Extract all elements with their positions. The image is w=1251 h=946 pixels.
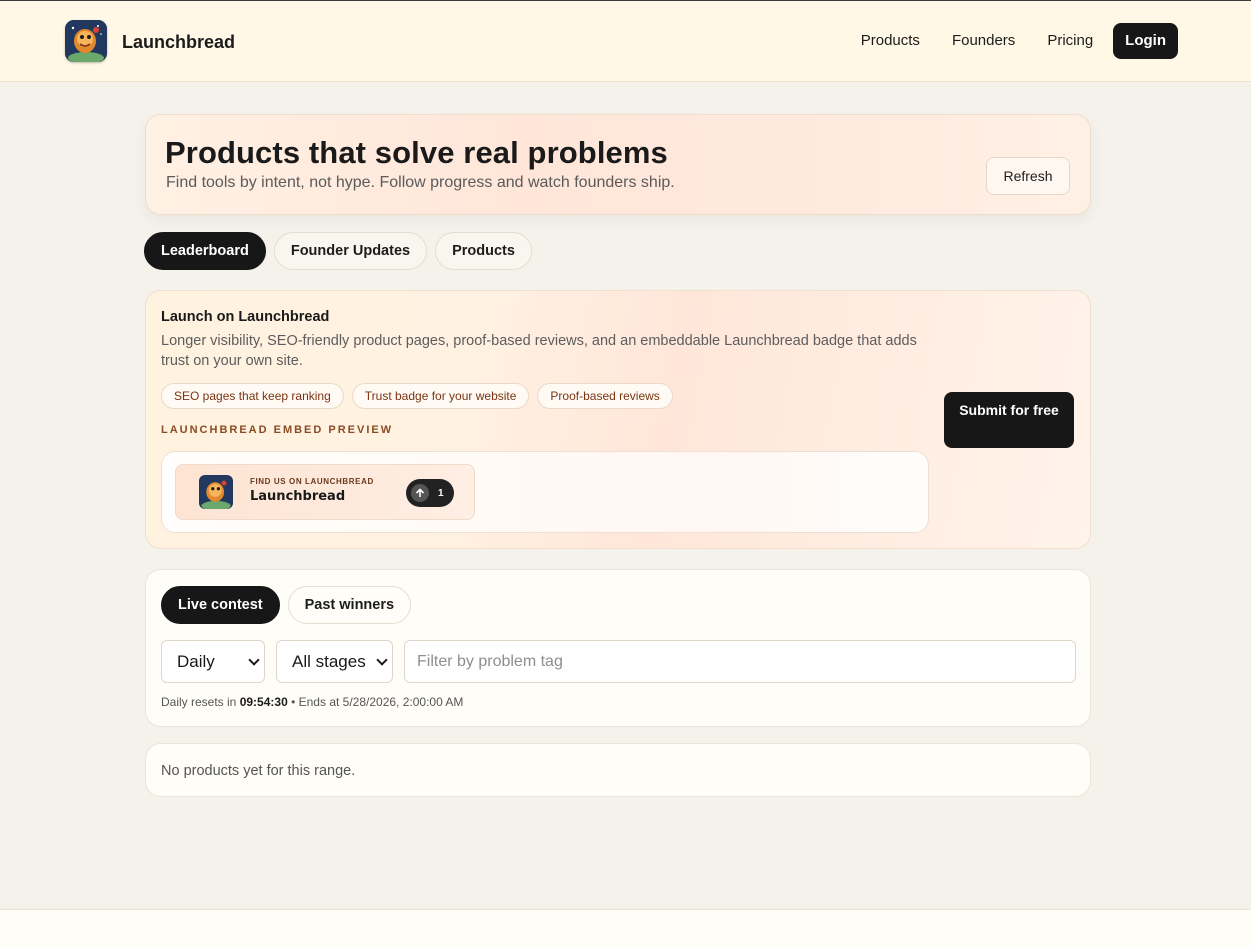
contest-tabs: Live contest Past winners (161, 586, 419, 624)
launchbread-badge[interactable]: FIND US ON LAUNCHBREAD Launchbread 1 (175, 464, 475, 520)
nav-products[interactable]: Products (861, 23, 920, 59)
upvote-count: 1 (438, 487, 444, 499)
launch-card: Launch on Launchbread Longer visibility,… (145, 290, 1091, 549)
page-subtitle: Find tools by intent, not hype. Follow p… (166, 174, 675, 191)
page-title: Products that solve real problems (165, 135, 668, 170)
timer-prefix: Daily resets in (161, 695, 237, 709)
site-footer (0, 909, 1251, 946)
launch-title: Launch on Launchbread (161, 309, 330, 325)
stage-select[interactable]: All stages (276, 640, 393, 683)
tab-founder-updates[interactable]: Founder Updates (273, 232, 428, 270)
embed-preview-box: FIND US ON LAUNCHBREAD Launchbread 1 (161, 451, 929, 533)
feature-pills: SEO pages that keep ranking Trust badge … (161, 383, 681, 409)
hero-card: Products that solve real problems Find t… (145, 114, 1091, 215)
chevron-down-icon (248, 654, 260, 666)
pill-trust-badge: Trust badge for your website (351, 383, 530, 409)
chevron-down-icon (376, 654, 388, 666)
pill-reviews: Proof-based reviews (537, 383, 673, 409)
timer-end: • Ends at 5/28/2026, 2:00:00 AM (291, 695, 464, 709)
tab-live-contest[interactable]: Live contest (161, 586, 280, 624)
badge-name: Launchbread (250, 489, 346, 504)
tab-past-winners[interactable]: Past winners (287, 586, 412, 624)
login-button[interactable]: Login (1113, 23, 1178, 59)
range-select-value: Daily (177, 652, 215, 671)
logo-icon[interactable] (65, 20, 107, 62)
products-list: No products yet for this range. (145, 743, 1091, 797)
contest-card: Live contest Past winners Daily All stag… (145, 569, 1091, 727)
site-header: Launchbread Products Founders Pricing Lo… (0, 1, 1251, 82)
launch-description: Longer visibility, SEO-friendly product … (161, 333, 917, 369)
submit-for-free-button[interactable]: Submit for free (944, 392, 1074, 448)
main-nav: Products Founders Pricing Login (861, 23, 1178, 59)
tab-leaderboard[interactable]: Leaderboard (144, 232, 266, 270)
badge-tagline: FIND US ON LAUNCHBREAD (250, 477, 374, 486)
range-select[interactable]: Daily (161, 640, 265, 683)
upvote-button[interactable]: 1 (406, 479, 454, 507)
refresh-button[interactable]: Refresh (986, 157, 1070, 195)
problem-tag-filter-input[interactable] (404, 640, 1076, 683)
embed-preview-label: LAUNCHBREAD EMBED PREVIEW (161, 424, 394, 436)
empty-state-message: No products yet for this range. (161, 763, 356, 779)
tab-products[interactable]: Products (435, 232, 532, 270)
pill-seo: SEO pages that keep ranking (161, 383, 344, 409)
nav-pricing[interactable]: Pricing (1047, 23, 1093, 59)
brand-name[interactable]: Launchbread (122, 32, 235, 53)
arrow-up-icon (411, 484, 429, 502)
main-tabs: Leaderboard Founder Updates Products (144, 232, 540, 270)
stage-select-value: All stages (292, 652, 366, 671)
timer-countdown: 09:54:30 (239, 695, 288, 709)
nav-founders[interactable]: Founders (952, 23, 1015, 59)
contest-timer: Daily resets in 09:54:30 • Ends at 5/28/… (161, 695, 463, 709)
badge-logo-icon (199, 475, 233, 509)
